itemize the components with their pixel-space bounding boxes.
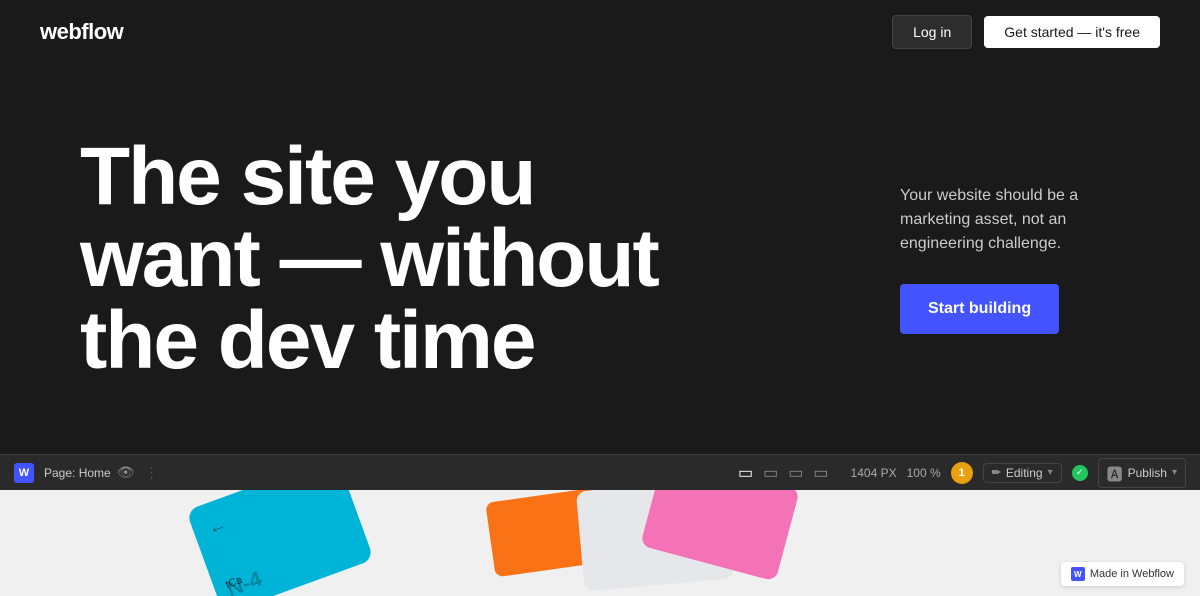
editor-page-info: Page: Home 👁 [44,464,134,481]
desktop-icon[interactable]: ▭ [738,463,753,483]
logo: webflow [40,19,123,45]
hero-title-line1: The site you [80,131,534,222]
separator: ⋮ [144,464,158,481]
navbar: webflow Log in Get started — it's free [0,0,1200,64]
person-icon: 🅰 [1107,461,1123,485]
publish-button[interactable]: 🅰 Publish ▾ [1098,458,1186,488]
tablet-icon[interactable]: ▭ [763,463,778,483]
device-icons: ▭ ▭ ▭ ▭ [738,463,829,483]
card-blue: ← N-4 tCa [186,490,374,596]
canvas-area: ← N-4 tCa W Made in Webflow [0,490,1200,596]
editing-mode-button[interactable]: ✏ Editing ▾ [983,463,1062,483]
editor-bar: W Page: Home 👁 ⋮ ▭ ▭ ▭ ▭ 1404 PX 100 % 1… [0,454,1200,490]
publish-label: Publish [1128,466,1167,480]
hero-section: The site you want — without the dev time… [0,64,1200,454]
user-avatar: 1 [951,462,973,484]
made-in-webflow-label: Made in Webflow [1090,568,1174,580]
editor-right-controls: 1 ✏ Editing ▾ ✓ 🅰 Publish ▾ [951,458,1186,488]
eye-icon[interactable]: 👁 [117,464,135,481]
hero-right: Your website should be a marketing asset… [860,184,1120,334]
publish-chevron-icon: ▾ [1172,467,1177,478]
start-building-button[interactable]: Start building [900,284,1059,334]
hero-subtitle: Your website should be a marketing asset… [900,184,1120,256]
chevron-down-icon: ▾ [1048,467,1053,478]
hero-title-line3: the dev time [80,295,534,386]
status-dot: ✓ [1072,465,1088,481]
page-label: Page: Home [44,466,111,480]
hero-left: The site you want — without the dev time [80,136,860,382]
card-arrow-icon: ← [205,513,229,539]
nav-buttons: Log in Get started — it's free [892,15,1160,49]
canvas-size: 1404 PX 100 % [851,466,941,480]
editor-logo-icon: W [14,463,34,483]
pencil-icon: ✏ [992,466,1001,479]
webflow-small-logo: W [1071,567,1085,581]
hero-title-line2: want — without [80,213,658,304]
landscape-icon[interactable]: ▭ [788,463,803,483]
hero-title: The site you want — without the dev time [80,136,860,382]
editing-label: Editing [1006,466,1043,480]
made-in-webflow-badge[interactable]: W Made in Webflow [1061,562,1184,586]
get-started-button[interactable]: Get started — it's free [984,16,1160,48]
mobile-icon[interactable]: ▭ [813,463,828,483]
login-button[interactable]: Log in [892,15,972,49]
